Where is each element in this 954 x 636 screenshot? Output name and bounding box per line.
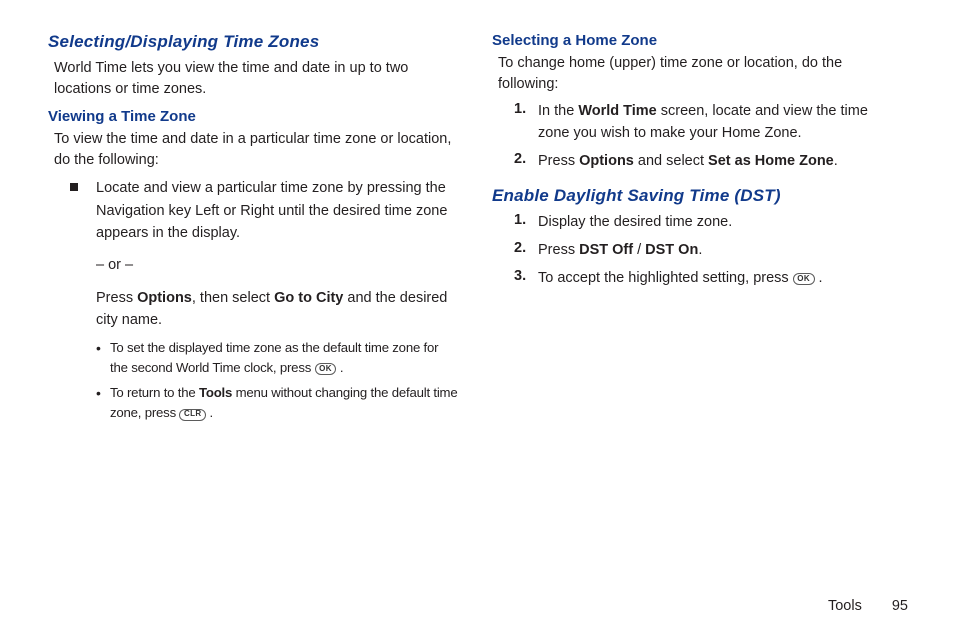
subheading-home-zone: Selecting a Home Zone xyxy=(492,32,902,49)
tools-bold: Tools xyxy=(199,385,232,400)
bl1a: To set the displayed time zone as the de… xyxy=(110,340,438,375)
page-number: 95 xyxy=(892,598,908,614)
step-body: Press Options and select Set as Home Zon… xyxy=(538,151,838,173)
set-home-zone-bold: Set as Home Zone xyxy=(708,153,834,169)
viewing-intro: To view the time and date in a particula… xyxy=(54,129,458,171)
list-item: • To return to the Tools menu without ch… xyxy=(96,383,458,423)
intro-world-time: World Time lets you view the time and da… xyxy=(54,58,458,100)
square-bullet-icon xyxy=(70,183,78,191)
heading-selecting-displaying: Selecting/Displaying Time Zones xyxy=(48,32,458,52)
d2c: / xyxy=(633,242,645,258)
manual-page: Selecting/Displaying Time Zones World Ti… xyxy=(0,0,954,636)
list-item: 3. To accept the highlighted setting, pr… xyxy=(514,268,902,290)
square-item-body: Locate and view a particular time zone b… xyxy=(96,177,458,429)
dst-on-bold: DST On xyxy=(645,242,698,258)
h2e: . xyxy=(834,153,838,169)
h1a: In the xyxy=(538,103,578,119)
options-bold: Options xyxy=(137,290,192,306)
page-footer: Tools 95 xyxy=(828,598,908,614)
dst-steps: 1. Display the desired time zone. 2. Pre… xyxy=(514,212,902,289)
bl2d: . xyxy=(206,405,213,420)
h2a: Press xyxy=(538,153,579,169)
heading-dst: Enable Daylight Saving Time (DST) xyxy=(492,186,902,206)
square-bullet-list: Locate and view a particular time zone b… xyxy=(70,177,458,429)
h2c: and select xyxy=(634,153,708,169)
step-number: 2. xyxy=(514,240,538,262)
step-body: Press DST Off / DST On. xyxy=(538,240,702,262)
list-item: Locate and view a particular time zone b… xyxy=(70,177,458,429)
clr-key-icon: CLR xyxy=(179,409,206,421)
subheading-viewing: Viewing a Time Zone xyxy=(48,108,458,125)
world-time-bold: World Time xyxy=(578,103,656,119)
d2e: . xyxy=(698,242,702,258)
list-item: 2. Press DST Off / DST On. xyxy=(514,240,902,262)
list-item: • To set the displayed time zone as the … xyxy=(96,338,458,378)
return-tools-text: To return to the Tools menu without chan… xyxy=(110,383,458,423)
left-column: Selecting/Displaying Time Zones World Ti… xyxy=(48,32,458,433)
step-body: In the World Time screen, locate and vie… xyxy=(538,101,902,145)
step-number: 1. xyxy=(514,212,538,234)
dst-off-bold: DST Off xyxy=(579,242,633,258)
bullet-dot-icon: • xyxy=(96,383,110,423)
right-column: Selecting a Home Zone To change home (up… xyxy=(492,32,902,433)
bullet-dot-icon: • xyxy=(96,338,110,378)
step-number: 2. xyxy=(514,151,538,173)
step-body: To accept the highlighted setting, press… xyxy=(538,268,823,290)
bl2a: To return to the xyxy=(110,385,199,400)
go-to-city-bold: Go to City xyxy=(274,290,343,306)
list-item: 2. Press Options and select Set as Home … xyxy=(514,151,902,173)
d3a: To accept the highlighted setting, press xyxy=(538,270,793,286)
d3b: . xyxy=(815,270,823,286)
or-divider: – or – xyxy=(96,254,458,276)
locate-view-text: Locate and view a particular time zone b… xyxy=(96,180,447,241)
d2a: Press xyxy=(538,242,579,258)
ok-key-icon: OK xyxy=(315,363,337,375)
bl1b: . xyxy=(336,360,343,375)
two-column-layout: Selecting/Displaying Time Zones World Ti… xyxy=(48,32,914,433)
footer-section: Tools xyxy=(828,598,862,614)
set-default-text: To set the displayed time zone as the de… xyxy=(110,338,458,378)
list-item: 1. Display the desired time zone. xyxy=(514,212,902,234)
step-number: 3. xyxy=(514,268,538,290)
sub-bullet-list: • To set the displayed time zone as the … xyxy=(96,338,458,423)
press-text: Press xyxy=(96,290,137,306)
step-body: Display the desired time zone. xyxy=(538,212,732,234)
home-zone-steps: 1. In the World Time screen, locate and … xyxy=(514,101,902,172)
then-select: , then select xyxy=(192,290,274,306)
options-bold: Options xyxy=(579,153,634,169)
list-item: 1. In the World Time screen, locate and … xyxy=(514,101,902,145)
home-intro: To change home (upper) time zone or loca… xyxy=(498,53,902,95)
step-number: 1. xyxy=(514,101,538,145)
ok-key-icon: OK xyxy=(793,273,815,285)
